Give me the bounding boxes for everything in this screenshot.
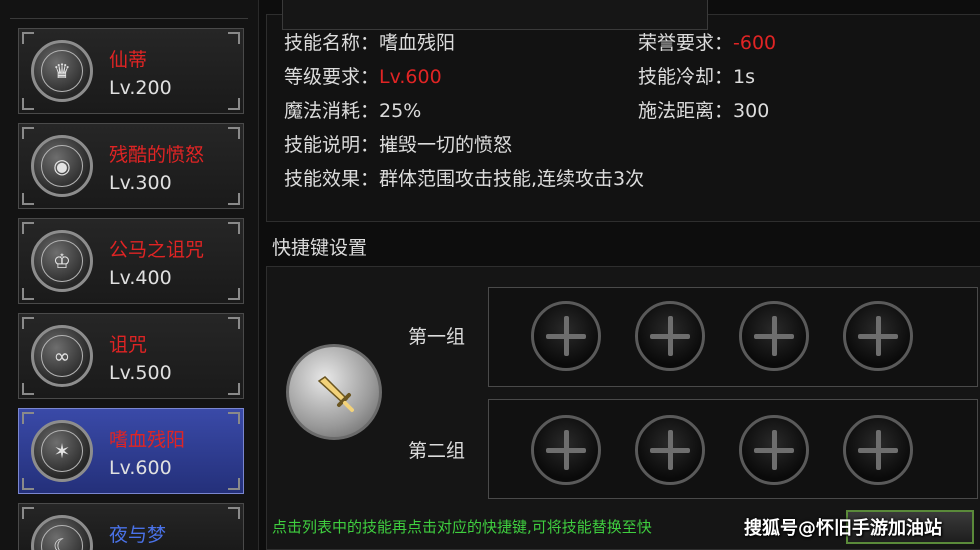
hotkey-slot-1-3[interactable] [739, 301, 809, 371]
skill-level: Lv.500 [109, 362, 172, 384]
skill-name-row: 技能名称：嗜血残阳 [284, 28, 455, 55]
honor-label: 荣誉要求： [638, 32, 734, 54]
selected-skill-icon [286, 344, 382, 440]
hotkey-slot-2-4[interactable] [843, 415, 913, 485]
skill-name-label: 技能名称： [284, 32, 380, 54]
description-row: 技能说明：摧毁一切的愤怒 [284, 130, 512, 157]
skill-level: Lv.300 [109, 172, 172, 194]
mana-row: 魔法消耗：25% [284, 96, 421, 123]
effect-value: 群体范围攻击技能,连续攻击3次 [379, 168, 645, 190]
plus-icon [546, 316, 586, 356]
range-value: 300 [733, 100, 770, 122]
plus-icon [546, 430, 586, 470]
skill-name: 公马之诅咒 [109, 239, 205, 261]
skill-item-night-and-dream[interactable]: ☾ 夜与梦 [18, 503, 244, 550]
cooldown-value: 1s [733, 66, 756, 88]
plus-icon [650, 430, 690, 470]
honor-value: -600 [733, 32, 777, 54]
skill-name: 诅咒 [109, 334, 148, 356]
crown-icon: ♔ [31, 230, 93, 292]
level-label: 等级要求： [284, 66, 380, 88]
group-2-label: 第二组 [408, 440, 466, 462]
mana-label: 魔法消耗： [284, 100, 380, 122]
plus-icon [858, 430, 898, 470]
skill-level: Lv.200 [109, 77, 172, 99]
mana-value: 25% [379, 100, 422, 122]
skill-item-cruel-rage[interactable]: ◉ 残酷的愤怒 Lv.300 [18, 123, 244, 209]
range-label: 施法距离： [638, 100, 734, 122]
skill-level: Lv.400 [109, 267, 172, 289]
plus-icon [754, 316, 794, 356]
cooldown-label: 技能冷却： [638, 66, 734, 88]
description-label: 技能说明： [284, 134, 380, 156]
hotkey-slot-2-2[interactable] [635, 415, 705, 485]
plus-icon [650, 316, 690, 356]
effect-row: 技能效果：群体范围攻击技能,连续攻击3次 [284, 164, 644, 191]
description-value: 摧毁一切的愤怒 [379, 134, 513, 156]
honor-row: 荣誉要求：-600 [638, 28, 776, 55]
effect-label: 技能效果： [284, 168, 380, 190]
skill-name: 残酷的愤怒 [109, 144, 205, 166]
skill-name: 仙蒂 [109, 49, 148, 71]
level-row: 等级要求：Lv.600 [284, 62, 442, 89]
hotkey-slot-2-1[interactable] [531, 415, 601, 485]
swirl-icon: ∞ [31, 325, 93, 387]
sword-icon [317, 376, 354, 412]
range-row: 施法距离：300 [638, 96, 769, 123]
skill-list-panel: ♛ 仙蒂 Lv.200 ◉ 残酷的愤怒 Lv.300 ♔ 公马之诅咒 Lv.40… [0, 0, 259, 550]
cooldown-row: 技能冷却：1s [638, 62, 755, 89]
skill-item-curse-of-stallion[interactable]: ♔ 公马之诅咒 Lv.400 [18, 218, 244, 304]
skill-name-value: 嗜血残阳 [379, 32, 456, 54]
hotkey-slot-1-4[interactable] [843, 301, 913, 371]
divider [10, 18, 248, 19]
hotkey-slot-2-3[interactable] [739, 415, 809, 485]
eye-icon: ◉ [31, 135, 93, 197]
claw-icon: ✶ [31, 420, 93, 482]
hotkey-slot-1-2[interactable] [635, 301, 705, 371]
skill-name: 嗜血残阳 [109, 429, 186, 451]
skill-level: Lv.600 [109, 457, 172, 479]
level-value: Lv.600 [379, 66, 442, 88]
plus-icon [858, 316, 898, 356]
plus-icon [754, 430, 794, 470]
skill-name: 夜与梦 [109, 524, 167, 546]
skill-item-bloodthirsty-sunset[interactable]: ✶ 嗜血残阳 Lv.600 [18, 408, 244, 494]
skill-item-xiandi[interactable]: ♛ 仙蒂 Lv.200 [18, 28, 244, 114]
hotkey-hint-text: 点击列表中的技能再点击对应的快捷键,可将技能替换至快 [272, 518, 652, 536]
skill-item-curse[interactable]: ∞ 诅咒 Lv.500 [18, 313, 244, 399]
hotkey-slot-1-1[interactable] [531, 301, 601, 371]
watermark: 搜狐号@怀旧手游加油站 [744, 518, 942, 539]
detail-tab [282, 0, 708, 30]
helmet-icon: ♛ [31, 40, 93, 102]
group-1-label: 第一组 [408, 326, 466, 348]
moon-icon: ☾ [31, 515, 93, 550]
hotkey-section-title: 快捷键设置 [272, 237, 368, 259]
